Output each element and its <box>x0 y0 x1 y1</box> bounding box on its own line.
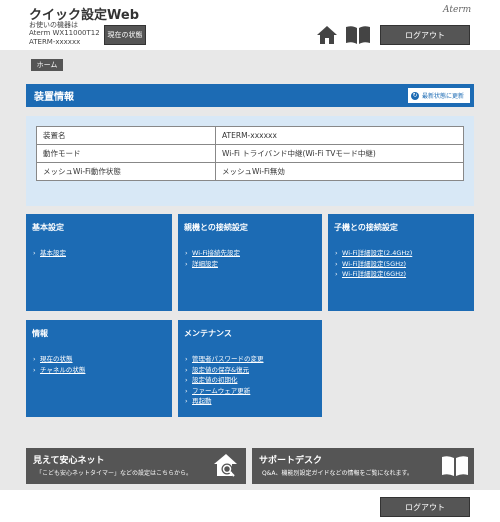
card-title: 基本設定 <box>32 223 64 232</box>
card-title: 子機との接続設定 <box>334 223 398 232</box>
link-basic-settings[interactable]: › 基本設定 <box>33 248 66 259</box>
device-info-header: 装置情報 ↻ 最新状態に更新 <box>26 84 474 107</box>
main-content: ホーム 装置情報 ↻ 最新状態に更新 装置名 ATERM-xxxxxx 動作モー… <box>0 50 500 490</box>
device-info-table: 装置名 ATERM-xxxxxx 動作モード Wi-Fi トライバンド中継(Wi… <box>36 126 464 181</box>
book-icon[interactable] <box>345 25 371 45</box>
info-card: 情報 › 現在の状態 › チャネルの状態 <box>26 320 172 417</box>
device-name: ATERM-xxxxxx <box>29 38 81 46</box>
home-icon[interactable] <box>316 24 338 46</box>
child-connection-card: 子機との接続設定 › Wi-Fi詳細設定(2.4GHz) › Wi-Fi詳細設定(5… <box>328 214 474 311</box>
link-save-restore[interactable]: › 設定値の保存&復元 <box>185 365 264 376</box>
link-firmware-update[interactable]: › ファームウェア更新 <box>185 386 264 397</box>
row-label: 動作モード <box>36 144 216 163</box>
header: クイック設定Web お使いの機器は Aterm WX11000T12 ATERM… <box>0 0 500 50</box>
device-model: Aterm WX11000T12 <box>29 29 100 37</box>
link-wifi-6ghz[interactable]: › Wi-Fi詳細設定(6GHz) <box>335 269 412 280</box>
footer-logout-button[interactable]: ログアウト <box>380 497 470 517</box>
table-row: メッシュWi-Fi動作状態 メッシュWi-Fi無効 <box>36 162 464 181</box>
link-wifi-5ghz[interactable]: › Wi-Fi詳細設定(5GHz) <box>335 259 412 270</box>
maintenance-card: メンテナンス › 管理者パスワードの変更 › 設定値の保存&復元 › 設定値の初期化 … <box>178 320 322 417</box>
logout-button[interactable]: ログアウト <box>380 25 470 45</box>
link-reboot[interactable]: › 再起動 <box>185 396 264 407</box>
row-label: メッシュWi-Fi動作状態 <box>36 162 216 181</box>
table-row: 動作モード Wi-Fi トライバンド中継(Wi-Fi TVモード中継) <box>36 144 464 163</box>
safety-net-desc: 「こども安心ネットタイマー」などの設定はこちらから。 <box>36 470 193 477</box>
row-value: メッシュWi-Fi無効 <box>215 162 464 181</box>
card-title: 親機との接続設定 <box>184 223 248 232</box>
row-label: 装置名 <box>36 126 216 145</box>
link-change-password[interactable]: › 管理者パスワードの変更 <box>185 354 264 365</box>
safety-net-title: 見えて安心ネット <box>33 456 105 466</box>
current-status-button[interactable]: 現在の状態 <box>104 25 146 45</box>
link-wifi-destination[interactable]: › Wi-Fi接続先設定 <box>185 248 240 259</box>
footer: ログアウト <box>0 490 500 522</box>
table-row: 装置名 ATERM-xxxxxx <box>36 126 464 145</box>
support-desk-card[interactable]: サポートデスク Q&A、機能別設定ガイドなどの情報をご覧になれます。 <box>252 448 474 484</box>
card-title: 情報 <box>32 329 48 338</box>
row-value: Wi-Fi トライバンド中継(Wi-Fi TVモード中継) <box>215 144 464 163</box>
row-value: ATERM-xxxxxx <box>215 126 464 145</box>
link-detail-settings[interactable]: › 詳細設定 <box>185 259 240 270</box>
link-channel-status[interactable]: › チャネルの状態 <box>33 365 85 376</box>
home-search-icon <box>214 454 237 477</box>
refresh-button[interactable]: ↻ 最新状態に更新 <box>408 88 470 103</box>
device-info-title: 装置情報 <box>34 92 74 103</box>
safety-net-card[interactable]: 見えて安心ネット 「こども安心ネットタイマー」などの設定はこちらから。 <box>26 448 246 484</box>
device-info-panel: 装置名 ATERM-xxxxxx 動作モード Wi-Fi トライバンド中継(Wi… <box>26 116 474 206</box>
link-current-status[interactable]: › 現在の状態 <box>33 354 85 365</box>
book-icon <box>442 456 468 476</box>
refresh-label: 最新状態に更新 <box>422 93 465 100</box>
support-desk-title: サポートデスク <box>259 456 323 466</box>
brand-logo: Aterm <box>443 5 472 15</box>
parent-connection-card: 親機との接続設定 › Wi-Fi接続先設定 › 詳細設定 <box>178 214 322 311</box>
card-title: メンテナンス <box>184 329 232 338</box>
basic-settings-card: 基本設定 › 基本設定 <box>26 214 172 311</box>
link-initialize[interactable]: › 設定値の初期化 <box>185 375 264 386</box>
link-wifi-24ghz[interactable]: › Wi-Fi詳細設定(2.4GHz) <box>335 248 412 259</box>
refresh-icon: ↻ <box>411 91 419 100</box>
breadcrumb-home[interactable]: ホーム <box>31 59 63 71</box>
support-desk-desc: Q&A、機能別設定ガイドなどの情報をご覧になれます。 <box>262 470 413 477</box>
